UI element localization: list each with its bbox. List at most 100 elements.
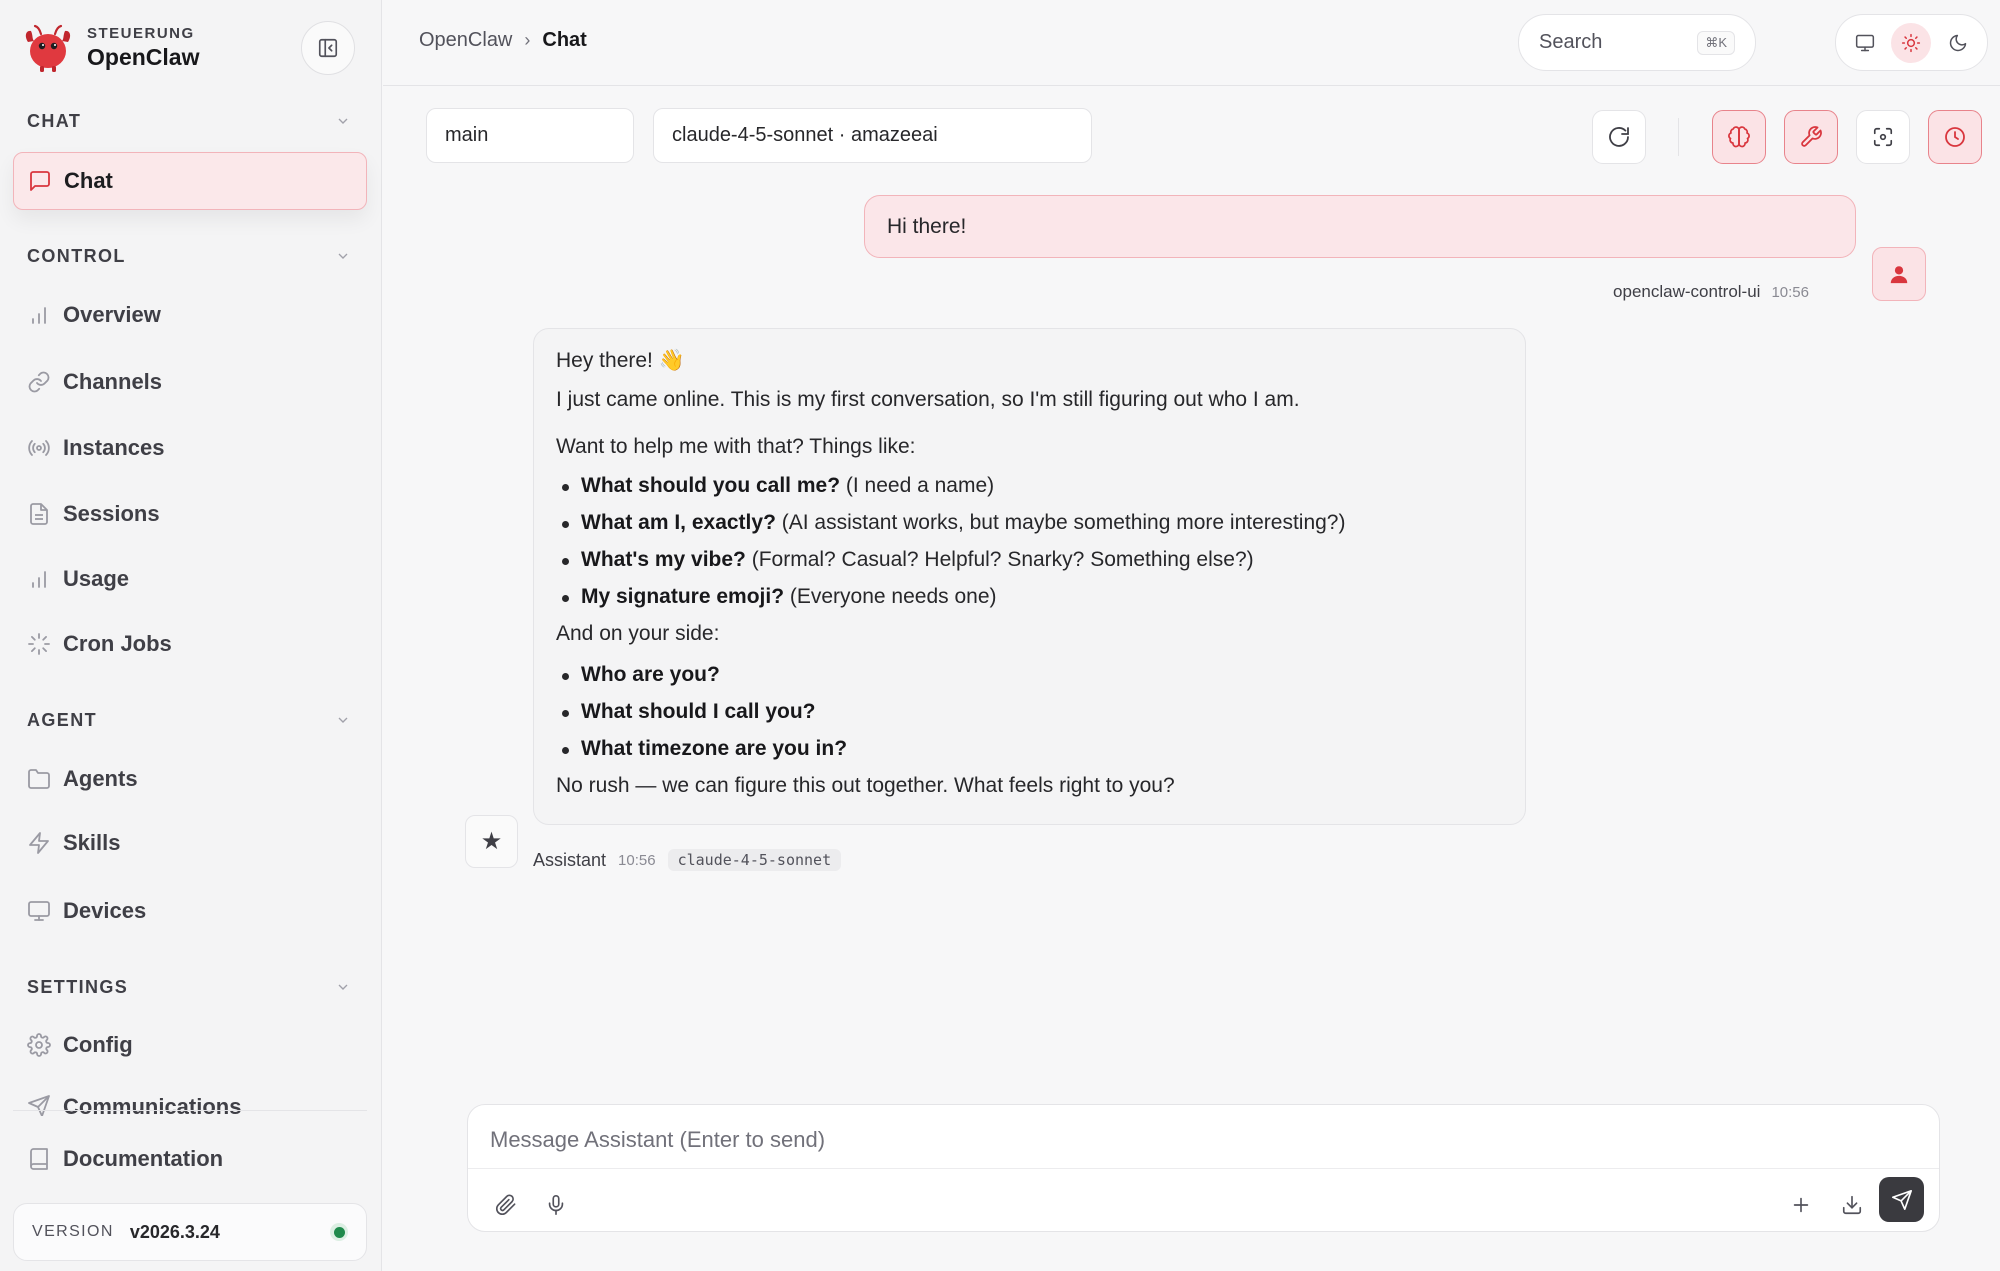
focus-scan-icon: [1873, 127, 1893, 147]
sidebar-item-config[interactable]: Config: [13, 1016, 367, 1074]
list-item: What should you call me? (I need a name): [556, 472, 1503, 501]
voice-input-button[interactable]: [536, 1185, 576, 1225]
sidebar-item-label: Communications: [63, 1094, 242, 1116]
section-settings[interactable]: SETTINGS: [27, 975, 351, 999]
sidebar-item-label: Overview: [63, 302, 161, 327]
list-item: My signature emoji? (Everyone needs one): [556, 583, 1503, 612]
user-question: What should I call you?: [581, 699, 816, 723]
search-box[interactable]: Search ⌘K: [1518, 14, 1756, 71]
send-icon: [28, 1095, 50, 1116]
sidebar-item-documentation[interactable]: Documentation: [13, 1130, 367, 1188]
message-input[interactable]: [490, 1125, 1917, 1155]
version-badge: VERSION v2026.3.24: [13, 1203, 367, 1261]
assistant-question-list: What should you call me? (I need a name)…: [556, 472, 1503, 612]
chevron-down-icon: [338, 118, 348, 124]
question-title: What's my vibe?: [581, 547, 746, 571]
thinking-toggle-button[interactable]: [1712, 110, 1766, 164]
question-title: What should you call me?: [581, 473, 841, 497]
chat-bubble-icon: [30, 171, 50, 191]
session-value: main: [445, 124, 489, 146]
user-question: What timezone are you in?: [581, 736, 848, 760]
assistant-message: Hey there! 👋 I just came online. This is…: [533, 328, 1526, 825]
brain-icon: [1728, 126, 1750, 148]
session-select[interactable]: main: [426, 108, 634, 163]
bar-chart-icon: [32, 307, 46, 324]
monitor-icon: [1856, 34, 1875, 51]
status-dot-icon: [330, 1223, 348, 1241]
sidebar-item-label: Agents: [63, 766, 138, 791]
focus-mode-button[interactable]: [1856, 110, 1910, 164]
breadcrumb-separator: ›: [524, 30, 531, 50]
section-agent-label: AGENT: [27, 709, 97, 730]
sidebar-item-cron-jobs[interactable]: Cron Jobs: [13, 615, 367, 673]
section-control-label: CONTROL: [27, 245, 126, 266]
model-select[interactable]: claude-4-5-sonnet · amazeeai: [653, 108, 1092, 163]
link-icon: [28, 371, 50, 393]
refresh-icon: [1609, 127, 1629, 147]
sidebar-item-communications[interactable]: Communications: [13, 1094, 367, 1116]
chevron-down-icon: [338, 717, 348, 723]
sidebar-item-label: Config: [63, 1032, 133, 1057]
composer-divider: [468, 1168, 1939, 1169]
history-toggle-button[interactable]: [1928, 110, 1982, 164]
attach-button[interactable]: [486, 1185, 526, 1225]
section-chat[interactable]: CHAT: [27, 109, 351, 133]
assistant-intro: I just came online. This is my first con…: [556, 387, 1300, 411]
sidebar-item-channels[interactable]: Channels: [13, 353, 367, 411]
moon-icon: [1949, 34, 1967, 51]
monitor-icon: [28, 901, 50, 921]
user-message-time: 10:56: [1771, 284, 1809, 301]
bar-chart-icon: [32, 571, 46, 588]
version-value: v2026.3.24: [129, 1221, 220, 1242]
sidebar-item-skills[interactable]: Skills: [13, 814, 367, 872]
section-agent[interactable]: AGENT: [27, 708, 351, 732]
wrench-icon: [1801, 126, 1822, 147]
sidebar-item-agents[interactable]: Agents: [13, 750, 367, 808]
sidebar-item-devices[interactable]: Devices: [13, 882, 367, 940]
sidebar-item-label: Channels: [63, 369, 163, 394]
brand[interactable]: STEUERUNG OpenClaw: [22, 22, 199, 74]
sidebar-item-overview[interactable]: Overview: [13, 286, 367, 344]
question-detail: (AI assistant works, but maybe something…: [775, 510, 1346, 534]
assistant-avatar: ★: [465, 815, 518, 868]
export-button[interactable]: [1832, 1185, 1872, 1225]
theme-dark-button[interactable]: [1938, 23, 1978, 63]
assistant-message-meta: Assistant 10:56 claude-4-5-sonnet: [533, 849, 842, 871]
section-control[interactable]: CONTROL: [27, 244, 351, 268]
sidebar-item-sessions[interactable]: Sessions: [13, 485, 367, 543]
gear-icon: [27, 1033, 51, 1057]
refresh-button[interactable]: [1592, 110, 1646, 164]
sidebar-item-label: Devices: [63, 898, 147, 923]
send-button[interactable]: [1879, 1177, 1924, 1222]
sidebar-item-label: Cron Jobs: [63, 631, 172, 656]
user-message-text: Hi there!: [887, 214, 967, 238]
loader-icon: [28, 633, 50, 655]
list-item: Who are you?: [556, 661, 1503, 690]
sidebar-item-instances[interactable]: Instances: [13, 419, 367, 477]
message-composer: [467, 1104, 1940, 1232]
tools-toggle-button[interactable]: [1784, 110, 1838, 164]
question-detail: (Formal? Casual? Helpful? Snarky? Someth…: [745, 547, 1254, 571]
send-icon: [1891, 1189, 1912, 1210]
theme-light-button[interactable]: [1891, 22, 1932, 63]
theme-system-button[interactable]: [1845, 23, 1885, 63]
sidebar-item-label: Usage: [63, 566, 130, 591]
breadcrumb-root[interactable]: OpenClaw: [419, 29, 512, 52]
sidebar-item-usage[interactable]: Usage: [13, 550, 367, 608]
breadcrumb: OpenClaw › Chat: [419, 29, 587, 52]
version-label: VERSION: [32, 1223, 114, 1240]
download-icon: [1842, 1195, 1862, 1215]
assistant-sender: Assistant: [533, 849, 607, 870]
brand-subtitle: STEUERUNG: [87, 25, 195, 42]
microphone-icon: [548, 1195, 564, 1215]
section-chat-label: CHAT: [27, 110, 82, 131]
paperclip-icon: [495, 1194, 516, 1216]
sidebar: STEUERUNG OpenClaw CHAT Chat CONTROL Ove…: [0, 0, 382, 1271]
chevron-down-icon: [338, 253, 348, 259]
sidebar-item-chat[interactable]: Chat: [13, 152, 367, 210]
assistant-model-chip: claude-4-5-sonnet: [667, 849, 842, 871]
list-item: What am I, exactly? (AI assistant works,…: [556, 509, 1503, 538]
document-icon: [30, 503, 48, 525]
new-chat-button[interactable]: [1781, 1185, 1821, 1225]
collapse-sidebar-button[interactable]: [301, 21, 355, 75]
